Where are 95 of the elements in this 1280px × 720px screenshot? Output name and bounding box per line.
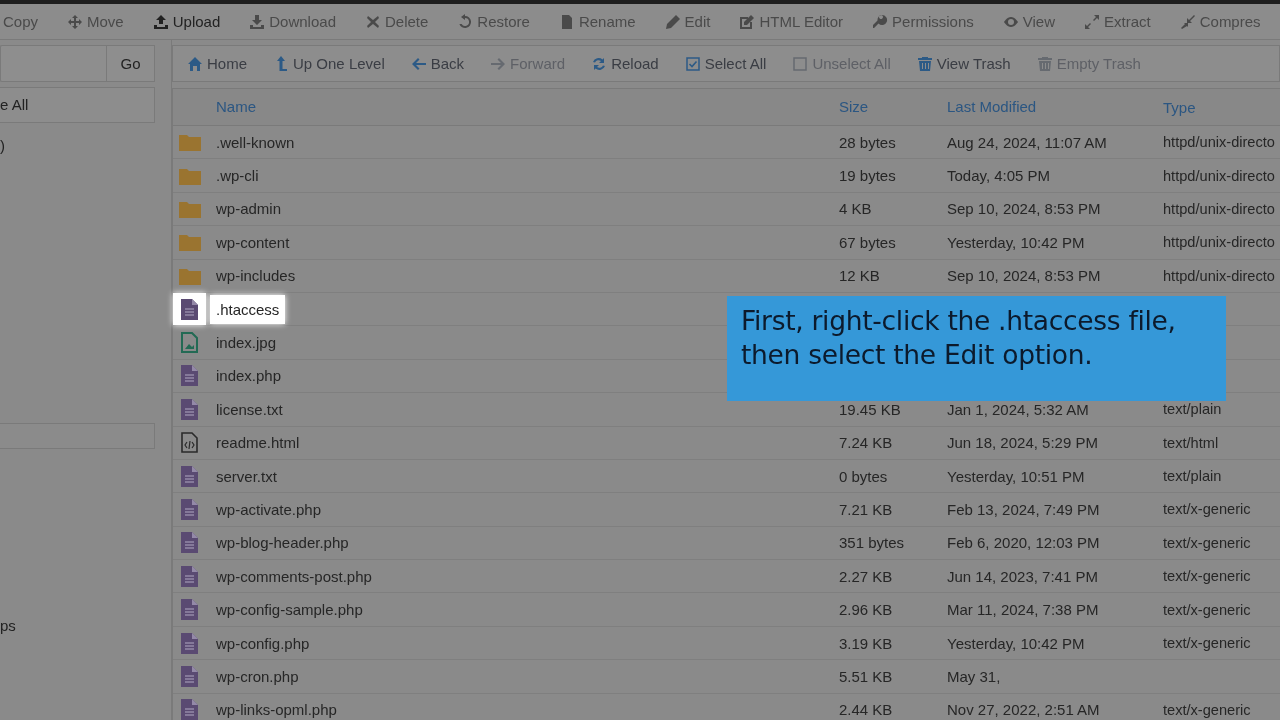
file-size: 7.24 KB: [839, 434, 893, 452]
file-name[interactable]: wp-includes: [216, 267, 296, 285]
toolbar-button[interactable]: Upload: [152, 13, 221, 30]
move-arrows-icon: [67, 13, 84, 30]
collapse-button[interactable]: e All: [0, 87, 155, 123]
file-name[interactable]: index.php: [216, 367, 282, 385]
file-type: text/x-generic: [1163, 601, 1251, 618]
column-header[interactable]: Type: [1163, 98, 1196, 116]
file-name[interactable]: wp-links-opml.php: [216, 701, 337, 719]
column-header[interactable]: Name: [216, 98, 256, 115]
file-name[interactable]: wp-config-sample.php: [216, 601, 363, 619]
tree-item[interactable]: ): [0, 137, 5, 154]
caption-text: First, right-click the .htaccess file, then select the Edit option.: [741, 304, 1177, 373]
pencil-icon: [664, 13, 681, 30]
file-type: text/x-generic: [1163, 635, 1251, 652]
nav-button[interactable]: Home: [187, 55, 247, 72]
file-name[interactable]: readme.html: [216, 434, 300, 452]
file-type: text/plain: [1163, 401, 1222, 418]
restore-icon: [457, 13, 474, 30]
file-size: 67 bytes: [839, 233, 896, 251]
file-type: httpd/unix-directo: [1163, 134, 1275, 151]
file-type: text/x-generic: [1163, 701, 1251, 718]
file-name[interactable]: wp-activate.php: [216, 501, 322, 518]
modified-date: Jun 14, 2023, 7:41 PM: [947, 567, 1098, 585]
file-size: 12 KB: [839, 267, 880, 285]
file-type: httpd/unix-directo: [1163, 267, 1275, 284]
modified-date: Jun 18, 2024, 5:29 PM: [947, 434, 1098, 452]
file-type: text/plain: [1163, 468, 1222, 485]
left-arrow-icon: [410, 55, 427, 72]
file-size: 351 bytes: [839, 534, 905, 552]
file-name[interactable]: server.txt: [216, 467, 277, 485]
file-name[interactable]: .wp-cli: [216, 167, 259, 185]
modified-date: Yesterday, 10:42 PM: [947, 634, 1085, 652]
key-icon: [872, 13, 889, 30]
checkbox-checked-icon: [684, 55, 701, 72]
modified-date: Nov 27, 2022, 2:51 AM: [947, 701, 1100, 719]
expand-arrows-icon: [1084, 13, 1100, 30]
file-size: 0 bytes: [839, 467, 888, 485]
file-type: text/html: [1163, 434, 1219, 451]
file-size: 2.27 KB: [839, 567, 893, 585]
file-name[interactable]: wp-config.php: [216, 634, 310, 652]
file-name[interactable]: wp-comments-post.php: [216, 567, 372, 585]
file-size: 4 KB: [839, 200, 872, 218]
modified-date: Yesterday, 10:42 PM: [947, 233, 1085, 251]
file-name[interactable]: license.txt: [216, 400, 283, 418]
right-arrow-icon: [490, 55, 507, 72]
tree-item[interactable]: ps: [0, 617, 16, 634]
modified-date: Jan 1, 2024, 5:32 AM: [947, 400, 1089, 418]
modified-date: Feb 13, 2024, 7:49 PM: [947, 501, 1100, 518]
file-size: 2.44 KB: [839, 701, 893, 719]
file-type: text/x-generic: [1163, 534, 1251, 551]
file-name[interactable]: wp-content: [216, 233, 290, 251]
file-size: 3.19 KB: [839, 634, 893, 652]
file-size: 2.96 KB: [839, 601, 893, 619]
file-name[interactable]: .htaccess: [210, 294, 286, 324]
nav-button[interactable]: Back: [410, 55, 465, 72]
trash-icon: [1036, 55, 1053, 72]
file-name[interactable]: wp-cron.php: [216, 667, 299, 685]
column-header[interactable]: Size: [839, 98, 869, 115]
nav-button[interactable]: Select All: [684, 55, 767, 72]
go-button[interactable]: Go: [106, 45, 155, 82]
file-type: httpd/unix-directo: [1163, 167, 1275, 184]
file-size: 19 bytes: [839, 167, 896, 185]
modified-date: Mar 11, 2024, 7:38 PM: [947, 601, 1099, 619]
file-name[interactable]: .well-known: [216, 133, 295, 151]
download-icon: [249, 13, 266, 30]
modified-date: Sep 10, 2024, 8:53 PM: [947, 200, 1101, 218]
modified-date: Today, 4:05 PM: [947, 167, 1051, 185]
checkbox-icon: [792, 55, 809, 72]
modified-date: May 31,: [947, 667, 1001, 685]
file-name[interactable]: index.jpg: [216, 334, 277, 352]
file-type: httpd/unix-directo: [1163, 200, 1275, 217]
delete-icon: [365, 13, 381, 30]
file-size: 28 bytes: [839, 133, 896, 151]
file-type: text/x-generic: [1163, 501, 1251, 518]
file-type: text/x-generic: [1163, 568, 1251, 585]
file-name[interactable]: wp-admin: [216, 200, 282, 218]
modified-date: Feb 6, 2020, 12:03 PM: [947, 534, 1100, 552]
modified-date: Yesterday, 10:51 PM: [947, 467, 1085, 485]
file-type: httpd/unix-directo: [1163, 234, 1275, 251]
nav-button[interactable]: Reload: [591, 55, 659, 72]
reload-icon: [591, 55, 608, 72]
trash-icon: [916, 55, 933, 72]
compress-arrows-icon: [1179, 13, 1196, 30]
modified-date: Aug 24, 2024, 11:07 AM: [947, 133, 1107, 151]
nav-button[interactable]: View Trash: [916, 55, 1011, 72]
file-size: 19.45 KB: [839, 400, 901, 418]
home-icon: [187, 55, 203, 72]
modified-date: Sep 10, 2024, 8:53 PM: [947, 267, 1101, 285]
file-name[interactable]: wp-blog-header.php: [216, 534, 349, 552]
upload-icon: [152, 13, 169, 30]
column-header[interactable]: Last Modified: [947, 98, 1037, 115]
file-size: 5.51 KB: [839, 667, 893, 685]
nav-button[interactable]: Up One Level: [273, 55, 385, 72]
file-size: 7.21 KB: [839, 501, 893, 518]
